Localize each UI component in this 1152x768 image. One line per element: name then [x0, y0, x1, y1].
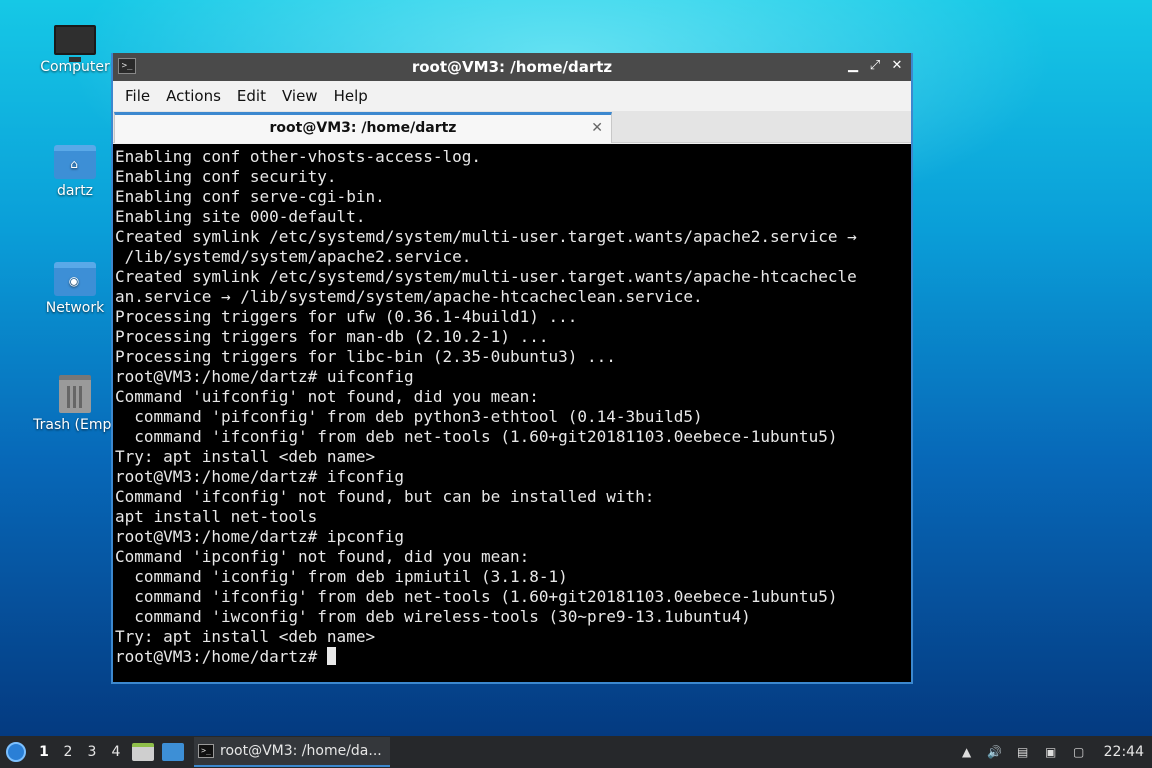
menu-actions[interactable]: Actions: [158, 87, 229, 105]
terminal-line: Processing triggers for libc-bin (2.35-0…: [115, 347, 616, 366]
desktop-icon-label: Trash (Empt: [33, 417, 117, 433]
terminal-icon: >_: [198, 744, 214, 758]
tray-up-arrow-icon[interactable]: ▲: [958, 743, 976, 761]
menu-view[interactable]: View: [274, 87, 326, 105]
terminal-line: Try: apt install <deb name>: [115, 447, 376, 466]
terminal-line: Processing triggers for ufw (0.36.1-4bui…: [115, 307, 578, 326]
computer-icon: [54, 25, 96, 62]
menu-edit[interactable]: Edit: [229, 87, 274, 105]
start-menu-button[interactable]: [0, 736, 32, 768]
menu-file[interactable]: File: [117, 87, 158, 105]
desktop-icon-label: Network: [45, 300, 105, 316]
taskbar-item-terminal[interactable]: >_ root@VM3: /home/da...: [194, 737, 390, 767]
workspace-2[interactable]: 2: [56, 744, 80, 760]
terminal-line: Processing triggers for man-db (2.10.2-1…: [115, 327, 549, 346]
lubuntu-logo-icon: [6, 742, 26, 762]
file-manager-icon[interactable]: [132, 743, 154, 761]
terminal-line: root@VM3:/home/dartz# ipconfig: [115, 527, 404, 546]
terminal-line: Command 'ipconfig' not found, did you me…: [115, 547, 530, 566]
network-folder-icon: ◉: [54, 262, 96, 296]
taskbar-item-label: root@VM3: /home/da...: [220, 743, 382, 759]
desktop-icon-trash[interactable]: Trash (Empt: [25, 375, 125, 433]
clipboard-icon[interactable]: ▤: [1014, 743, 1032, 761]
workspace-1[interactable]: 1: [32, 744, 56, 760]
network-status-icon[interactable]: ▣: [1042, 743, 1060, 761]
terminal-prompt: root@VM3:/home/dartz#: [115, 647, 327, 666]
desktop-icon-label: dartz: [56, 183, 94, 199]
menu-bar: File Actions Edit View Help: [113, 81, 911, 111]
terminal-line: Enabling conf serve-cgi-bin.: [115, 187, 385, 206]
terminal-window[interactable]: >_ root@VM3: /home/dartz ▁ ⤢ ✕ File Acti…: [111, 53, 913, 684]
terminal-line: command 'iwconfig' from deb wireless-too…: [115, 607, 751, 626]
tab-bar: root@VM3: /home/dartz ✕: [113, 111, 911, 143]
home-folder-icon: ⌂: [54, 145, 96, 179]
show-desktop-icon[interactable]: [162, 743, 184, 761]
desktop-icon-computer[interactable]: Computer: [25, 25, 125, 75]
window-titlebar[interactable]: >_ root@VM3: /home/dartz ▁ ⤢ ✕: [113, 53, 911, 81]
terminal-line: Created symlink /etc/systemd/system/mult…: [115, 267, 857, 286]
terminal-line: apt install net-tools: [115, 507, 318, 526]
terminal-line: root@VM3:/home/dartz# ifconfig: [115, 467, 404, 486]
desktop-icon-dartz[interactable]: ⌂ dartz: [25, 145, 125, 199]
terminal-output[interactable]: Enabling conf other-vhosts-access-log. En…: [113, 144, 911, 682]
terminal-prompt-line[interactable]: root@VM3:/home/dartz#: [115, 647, 909, 667]
terminal-line: Command 'ifconfig' not found, but can be…: [115, 487, 655, 506]
taskbar: 1 2 3 4 >_ root@VM3: /home/da... ▲ 🔊 ▤ ▣…: [0, 736, 1152, 768]
close-button[interactable]: ✕: [889, 58, 905, 74]
terminal-line: Enabling conf security.: [115, 167, 337, 186]
maximize-button[interactable]: ⤢: [867, 58, 883, 74]
update-notifier-icon[interactable]: ▢: [1070, 743, 1088, 761]
text-cursor: [326, 647, 336, 665]
window-title: root@VM3: /home/dartz: [411, 58, 613, 76]
clock[interactable]: 22:44: [1104, 744, 1144, 760]
terminal-line: command 'pifconfig' from deb python3-eth…: [115, 407, 703, 426]
workspace-4[interactable]: 4: [104, 744, 128, 760]
tab-label: root@VM3: /home/dartz: [269, 120, 457, 136]
desktop-icon-network[interactable]: ◉ Network: [25, 262, 125, 316]
terminal-app-icon[interactable]: >_: [118, 58, 136, 74]
terminal-line: Command 'uifconfig' not found, did you m…: [115, 387, 539, 406]
terminal-line: command 'ifconfig' from deb net-tools (1…: [115, 427, 838, 446]
workspace-3[interactable]: 3: [80, 744, 104, 760]
terminal-line: /lib/systemd/system/apache2.service.: [115, 247, 472, 266]
trash-icon: [59, 375, 91, 413]
system-tray: ▲ 🔊 ▤ ▣ ▢ 22:44: [958, 736, 1152, 768]
menu-help[interactable]: Help: [326, 87, 376, 105]
terminal-line: an.service → /lib/systemd/system/apache-…: [115, 287, 703, 306]
terminal-line: command 'ifconfig' from deb net-tools (1…: [115, 587, 838, 606]
tab-terminal[interactable]: root@VM3: /home/dartz ✕: [114, 112, 612, 143]
terminal-line: root@VM3:/home/dartz# uifconfig: [115, 367, 414, 386]
terminal-line: Enabling site 000-default.: [115, 207, 366, 226]
terminal-line: Enabling conf other-vhosts-access-log.: [115, 147, 482, 166]
tab-close-button[interactable]: ✕: [591, 115, 603, 141]
terminal-line: Try: apt install <deb name>: [115, 627, 376, 646]
terminal-line: command 'iconfig' from deb ipmiutil (3.1…: [115, 567, 568, 586]
terminal-line: Created symlink /etc/systemd/system/mult…: [115, 227, 857, 246]
volume-icon[interactable]: 🔊: [986, 743, 1004, 761]
minimize-button[interactable]: ▁: [845, 58, 861, 74]
